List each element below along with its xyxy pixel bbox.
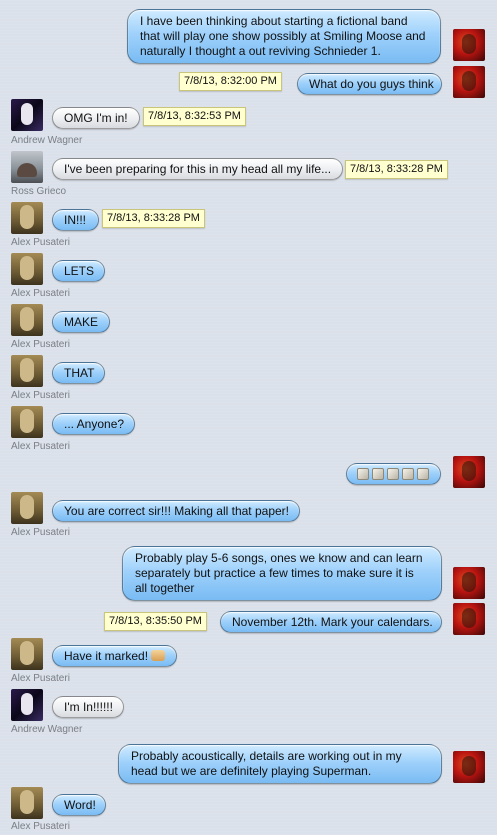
timestamp: 7/8/13, 8:35:50 PM <box>104 612 207 631</box>
sparkle-emoji-icon <box>372 468 384 480</box>
message-bubble-incoming[interactable]: Have it marked! <box>52 645 177 667</box>
avatar-andrew-wagner <box>11 689 43 721</box>
avatar-self <box>453 603 485 635</box>
timestamp: 7/8/13, 8:32:00 PM <box>179 72 282 91</box>
message-bubble-outgoing[interactable] <box>346 463 441 485</box>
message-bubble-incoming[interactable]: I'm In!!!!!! <box>52 696 124 718</box>
timestamp: 7/8/13, 8:32:53 PM <box>143 107 246 126</box>
sender-name: Alex Pusateri <box>11 441 70 452</box>
avatar-alex-pusateri <box>11 492 43 524</box>
avatar-self <box>453 66 485 98</box>
sender-name: Alex Pusateri <box>11 821 70 832</box>
message-bubble-outgoing[interactable]: Probably play 5-6 songs, ones we know an… <box>122 546 442 601</box>
sparkle-emoji-icon <box>357 468 369 480</box>
avatar-alex-pusateri <box>11 787 43 819</box>
sparkle-emoji-icon <box>387 468 399 480</box>
avatar-alex-pusateri <box>11 355 43 387</box>
message-bubble-outgoing[interactable]: I have been thinking about starting a fi… <box>127 9 441 64</box>
sender-name: Ross Grieco <box>11 186 67 197</box>
message-bubble-incoming[interactable]: OMG I'm in! <box>52 107 140 129</box>
sparkle-emoji-icon <box>417 468 429 480</box>
message-bubble-incoming[interactable]: I've been preparing for this in my head … <box>52 158 343 180</box>
message-bubble-incoming[interactable]: Word! <box>52 794 106 816</box>
avatar-self <box>453 456 485 488</box>
sparkle-emoji-icon <box>402 468 414 480</box>
message-bubble-incoming[interactable]: ... Anyone? <box>52 413 135 435</box>
message-bubble-incoming[interactable]: You are correct sir!!! Making all that p… <box>52 500 300 522</box>
message-bubble-incoming[interactable]: LETS <box>52 260 105 282</box>
message-bubble-outgoing[interactable]: November 12th. Mark your calendars. <box>220 611 442 633</box>
avatar-self <box>453 751 485 783</box>
sender-name: Alex Pusateri <box>11 673 70 684</box>
message-bubble-outgoing[interactable]: What do you guys think <box>297 73 442 95</box>
sender-name: Alex Pusateri <box>11 390 70 401</box>
avatar-alex-pusateri <box>11 406 43 438</box>
avatar-ross-grieco <box>11 151 43 183</box>
avatar-self <box>453 567 485 599</box>
chat-transcript[interactable]: I have been thinking about starting a fi… <box>0 0 497 835</box>
message-bubble-incoming[interactable]: MAKE <box>52 311 110 333</box>
timestamp: 7/8/13, 8:33:28 PM <box>102 209 205 228</box>
avatar-alex-pusateri <box>11 253 43 285</box>
timestamp: 7/8/13, 8:33:28 PM <box>345 160 448 179</box>
sender-name: Alex Pusateri <box>11 237 70 248</box>
message-bubble-outgoing[interactable]: Probably acoustically, details are worki… <box>118 744 442 784</box>
avatar-andrew-wagner <box>11 99 43 131</box>
thumbs-up-emoji-icon <box>151 650 166 661</box>
avatar-alex-pusateri <box>11 638 43 670</box>
sender-name: Alex Pusateri <box>11 339 70 350</box>
avatar-alex-pusateri <box>11 304 43 336</box>
message-bubble-incoming[interactable]: THAT <box>52 362 105 384</box>
message-text: Have it marked! <box>64 649 149 663</box>
sender-name: Alex Pusateri <box>11 288 70 299</box>
sender-name: Andrew Wagner <box>11 135 83 146</box>
sender-name: Andrew Wagner <box>11 724 83 735</box>
avatar-self <box>453 29 485 61</box>
avatar-alex-pusateri <box>11 202 43 234</box>
sender-name: Alex Pusateri <box>11 527 70 538</box>
message-bubble-incoming[interactable]: IN!!! <box>52 209 99 231</box>
